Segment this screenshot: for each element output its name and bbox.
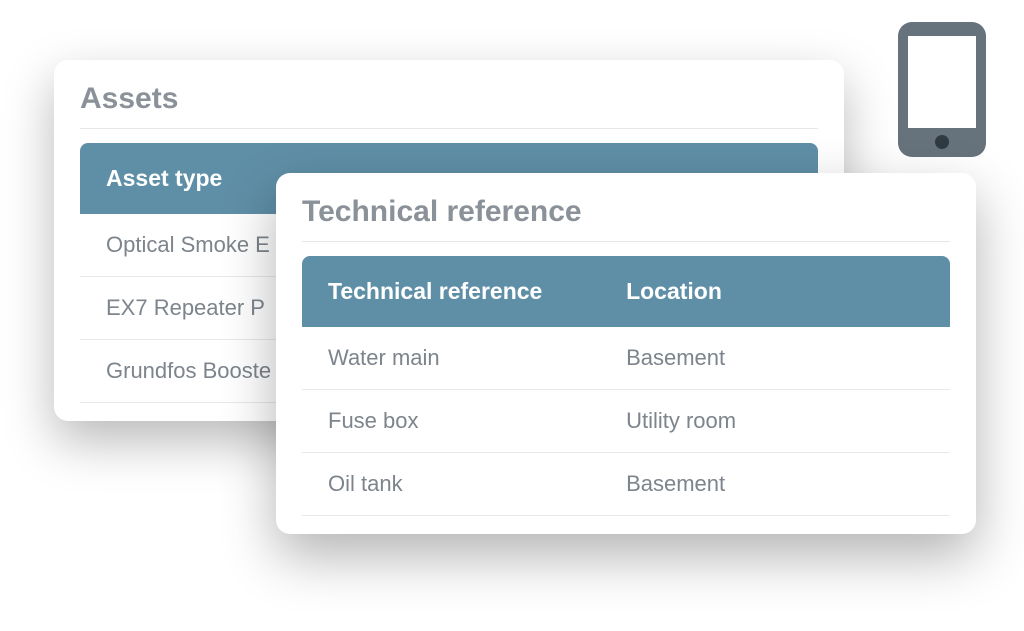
tech-ref-cell: Fuse box [302,390,600,453]
tech-ref-cell: Water main [302,327,600,390]
tech-loc-cell: Utility room [600,390,950,453]
divider [302,241,950,242]
tablet-icon [898,22,986,157]
table-row[interactable]: Fuse box Utility room [302,390,950,453]
tech-header-reference: Technical reference [302,256,600,327]
technical-reference-card: Technical reference Technical reference … [276,173,976,534]
divider [80,128,818,129]
table-row[interactable]: Water main Basement [302,327,950,390]
table-row[interactable]: Oil tank Basement [302,453,950,516]
assets-title: Assets [80,82,818,116]
tech-header-location: Location [600,256,950,327]
tech-loc-cell: Basement [600,453,950,516]
tech-title: Technical reference [302,195,950,229]
tech-table: Technical reference Location Water main … [302,256,950,516]
tech-ref-cell: Oil tank [302,453,600,516]
tech-loc-cell: Basement [600,327,950,390]
